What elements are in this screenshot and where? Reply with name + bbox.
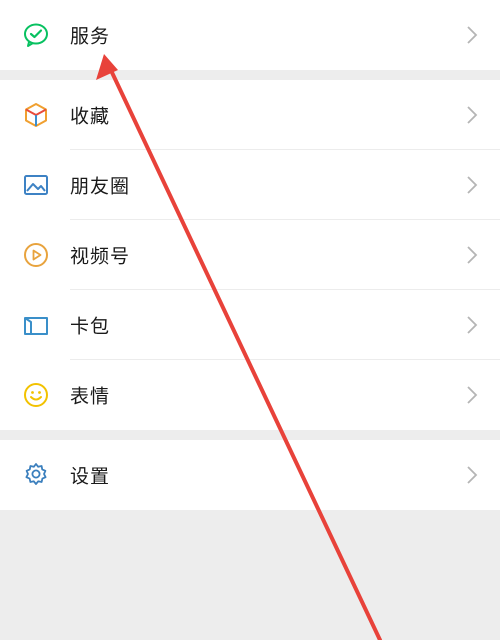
menu-item-stickers[interactable]: 表情 <box>0 360 500 430</box>
chevron-right-icon <box>466 385 478 405</box>
chevron-right-icon <box>466 315 478 335</box>
menu-item-favorites[interactable]: 收藏 <box>0 80 500 150</box>
settings-group: 设置 <box>0 440 500 510</box>
cube-icon <box>22 101 50 129</box>
chevron-right-icon <box>466 105 478 125</box>
chevron-right-icon <box>466 25 478 45</box>
play-circle-icon <box>22 241 50 269</box>
menu-item-label: 设置 <box>70 465 111 488</box>
menu-item-label: 视频号 <box>70 245 131 268</box>
wallet-icon <box>22 311 50 339</box>
menu-item-label: 朋友圈 <box>70 175 131 198</box>
chevron-right-icon <box>466 245 478 265</box>
menu-item-services[interactable]: 服务 <box>0 0 500 70</box>
main-features-group: 收藏 朋友圈 视频号 卡包 表情 <box>0 80 500 430</box>
image-icon <box>22 171 50 199</box>
wechat-pay-check-icon <box>22 21 50 49</box>
menu-item-label: 卡包 <box>70 315 111 338</box>
chevron-right-icon <box>466 465 478 485</box>
menu-item-label: 收藏 <box>70 105 111 128</box>
gear-icon <box>22 461 50 489</box>
smiley-icon <box>22 381 50 409</box>
menu-item-moments[interactable]: 朋友圈 <box>0 150 500 220</box>
menu-item-channels[interactable]: 视频号 <box>0 220 500 290</box>
menu-item-label: 服务 <box>70 25 111 48</box>
menu-item-settings[interactable]: 设置 <box>0 440 500 510</box>
menu-item-cards[interactable]: 卡包 <box>0 290 500 360</box>
menu-item-label: 表情 <box>70 385 111 408</box>
me-page-menu: 服务 收藏 朋友圈 视频号 卡包 表情 设置 <box>0 0 500 640</box>
chevron-right-icon <box>466 175 478 195</box>
services-group: 服务 <box>0 0 500 70</box>
